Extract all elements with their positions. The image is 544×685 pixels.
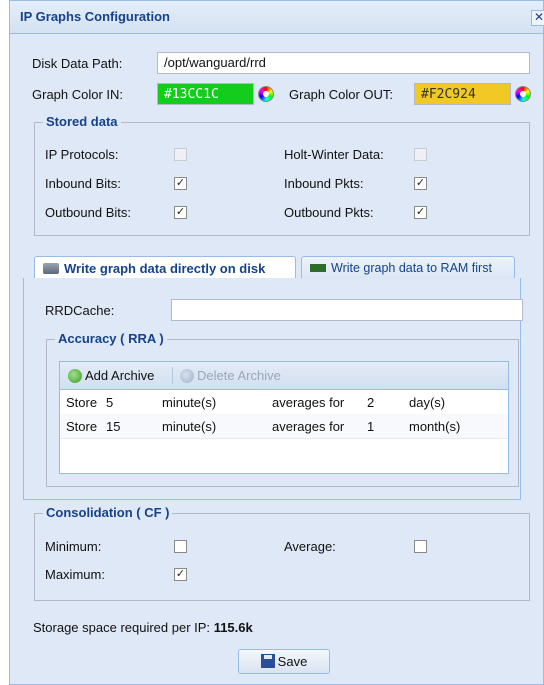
window-title: IP Graphs Configuration (20, 9, 170, 24)
cell-store: Store (66, 419, 98, 434)
window-titlebar: IP Graphs Configuration ✕ (10, 1, 544, 34)
save-button[interactable]: Save (238, 649, 330, 674)
graph-color-out-field[interactable]: #F2C924 (414, 83, 511, 105)
holt-winter-checkbox[interactable] (414, 148, 427, 161)
delete-archive-label: Delete Archive (197, 368, 281, 383)
delete-icon (180, 369, 194, 383)
floppy-icon (260, 654, 275, 668)
table-row[interactable]: Store 15 minute(s) averages for 1 month(… (60, 414, 508, 439)
disk-path-label: Disk Data Path: (32, 56, 123, 71)
tab-write-disk-label: Write graph data directly on disk (64, 261, 266, 276)
consolidation-legend: Consolidation ( CF ) (43, 505, 173, 520)
delete-archive-button[interactable]: Delete Archive (180, 368, 281, 383)
cell-averages: averages for (272, 395, 345, 410)
table-row[interactable]: Store 5 minute(s) averages for 2 day(s) (60, 390, 508, 415)
average-checkbox[interactable] (414, 540, 427, 553)
cell-amount: 2 (367, 395, 375, 410)
toolbar-divider (172, 367, 173, 384)
storage-required-label: Storage space required per IP: (33, 620, 211, 635)
cell-unit: minute(s) (162, 419, 217, 434)
storage-tab-bar: Write graph data directly on disk Write … (23, 252, 521, 281)
storage-required-text: Storage space required per IP: 115.6k (33, 620, 253, 635)
outbound-bits-checkbox[interactable]: ✓ (174, 206, 187, 219)
archive-toolbar: Add Archive Delete Archive (60, 362, 508, 390)
tab-write-ram-label: Write graph data to RAM first (331, 261, 492, 275)
ip-protocols-checkbox[interactable] (174, 148, 187, 161)
add-icon (68, 369, 82, 383)
inbound-bits-label: Inbound Bits: (45, 176, 121, 191)
stored-data-legend: Stored data (43, 114, 121, 129)
cell-count: 15 (106, 419, 121, 434)
average-label: Average: (284, 539, 336, 554)
minimum-checkbox[interactable] (174, 540, 187, 553)
cell-amount: 1 (367, 419, 375, 434)
inbound-pkts-label: Inbound Pkts: (284, 176, 364, 191)
rrdcache-label: RRDCache: (45, 303, 115, 318)
outbound-pkts-checkbox[interactable]: ✓ (414, 206, 427, 219)
inbound-bits-checkbox[interactable]: ✓ (174, 177, 187, 190)
graph-color-in-label: Graph Color IN: (32, 87, 124, 102)
cell-averages: averages for (272, 419, 345, 434)
maximum-checkbox[interactable]: ✓ (174, 568, 187, 581)
color-picker-icon[interactable] (258, 86, 274, 102)
inbound-pkts-checkbox[interactable]: ✓ (414, 177, 427, 190)
add-archive-button[interactable]: Add Archive (68, 368, 154, 383)
outbound-bits-label: Outbound Bits: (45, 205, 131, 220)
ip-protocols-label: IP Protocols: (45, 147, 119, 162)
close-icon[interactable]: ✕ (531, 10, 544, 26)
archive-grid: Add Archive Delete Archive Store 5 minut… (59, 361, 509, 474)
rrdcache-input[interactable] (171, 299, 523, 321)
graph-color-in-field[interactable]: #13CC1C (157, 83, 254, 105)
color-picker-icon[interactable] (515, 86, 531, 102)
outbound-pkts-label: Outbound Pkts: (284, 205, 374, 220)
minimum-label: Minimum: (45, 539, 102, 554)
cell-count: 5 (106, 395, 114, 410)
disk-icon (43, 263, 59, 274)
cell-period: day(s) (409, 395, 446, 410)
cell-period: month(s) (409, 419, 461, 434)
holt-winter-label: Holt-Winter Data: (284, 147, 384, 162)
add-archive-label: Add Archive (85, 368, 155, 383)
cell-unit: minute(s) (162, 395, 217, 410)
maximum-label: Maximum: (45, 567, 105, 582)
storage-required-value: 115.6k (213, 620, 253, 635)
ram-icon (310, 264, 326, 272)
tab-write-ram[interactable]: Write graph data to RAM first (301, 256, 515, 280)
disk-path-input[interactable]: /opt/wanguard/rrd (157, 52, 530, 74)
graph-color-out-label: Graph Color OUT: (289, 87, 394, 102)
accuracy-legend: Accuracy ( RRA ) (55, 331, 167, 346)
save-label: Save (277, 654, 308, 669)
consolidation-fieldset: Consolidation ( CF ) (34, 505, 530, 601)
cell-store: Store (66, 395, 98, 410)
